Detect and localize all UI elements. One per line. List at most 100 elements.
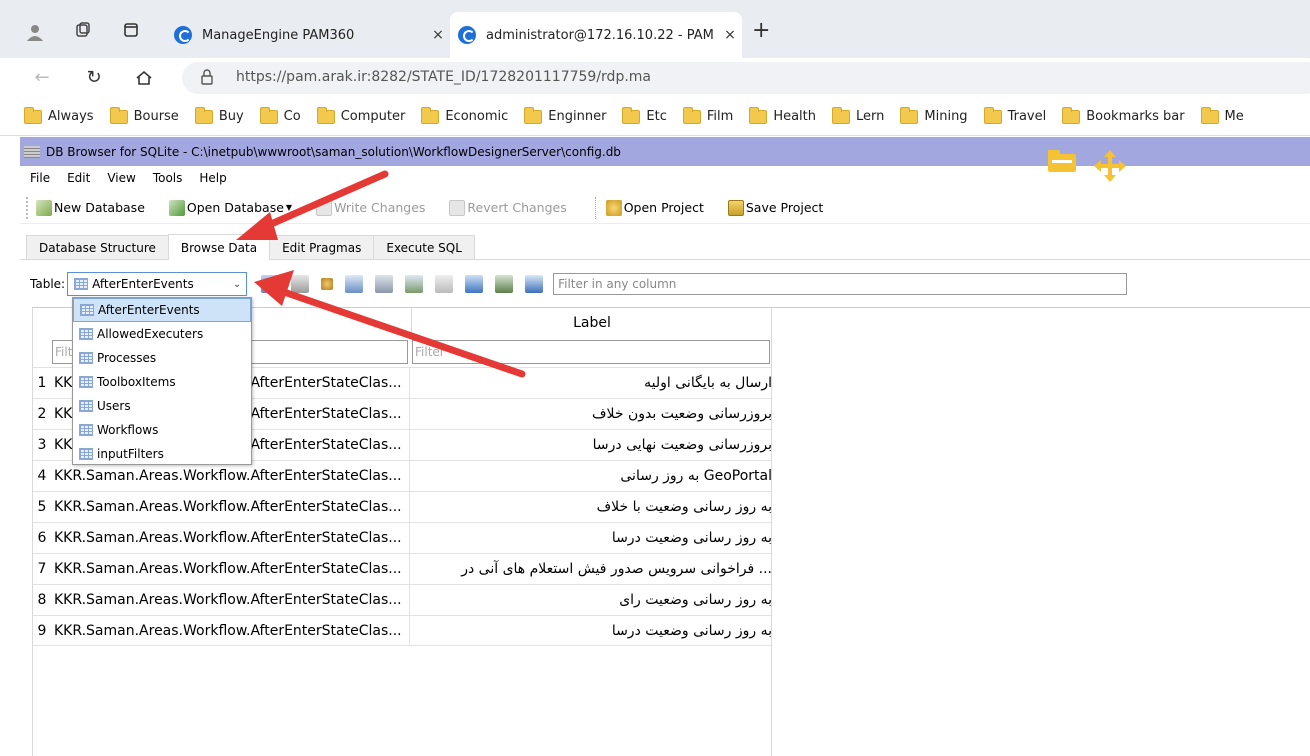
bookmark-folder[interactable]: Buy xyxy=(194,106,244,124)
tab-execute-sql[interactable]: Execute SQL xyxy=(373,235,475,259)
clear-filters-icon[interactable] xyxy=(291,275,310,293)
table-option[interactable]: ToolboxItems xyxy=(73,370,251,394)
table-option[interactable]: AfterEnterEvents xyxy=(73,298,251,322)
set-encoding-icon[interactable] xyxy=(525,275,544,293)
cell-name[interactable]: KKR.Saman.Areas.Workflow.AfterEnterState… xyxy=(54,616,410,646)
cell-label[interactable]: به روز رسانی وضعیت درسا xyxy=(412,523,772,553)
menu-tools[interactable]: Tools xyxy=(153,171,183,185)
write-changes-button[interactable]: Write Changes xyxy=(316,199,426,216)
table-row[interactable]: 7 KKR.Saman.Areas.Workflow.AfterEnterSta… xyxy=(32,553,772,584)
tab-database-structure[interactable]: Database Structure xyxy=(26,235,169,259)
delete-record-icon[interactable] xyxy=(435,275,454,293)
cell-label[interactable]: ارسال به بایگانی اولیه xyxy=(412,368,772,398)
bookmark-folder[interactable]: Always xyxy=(24,106,94,124)
cell-label[interactable]: بروزرسانی وضعیت بدون خلاف xyxy=(412,399,772,429)
bookmark-folder[interactable]: Me xyxy=(1200,106,1244,124)
cell-label[interactable]: ... فراخوانی سرویس صدور فیش استعلام های … xyxy=(412,554,772,584)
cell-name[interactable]: KKR.Saman.Areas.Workflow.AfterEnterState… xyxy=(54,523,410,553)
table-option[interactable]: inputFilters xyxy=(73,442,251,466)
tab-actions-icon[interactable] xyxy=(120,22,142,40)
cell-label[interactable]: GeoPortal به روز رسانی xyxy=(412,461,772,491)
folder-icon xyxy=(1200,106,1219,124)
rdp-folder-icon[interactable] xyxy=(1046,148,1078,174)
table-option[interactable]: Workflows xyxy=(73,418,251,442)
close-tab-icon[interactable]: × xyxy=(426,27,450,43)
lock-icon[interactable] xyxy=(200,69,214,85)
bookmark-folder[interactable]: Bourse xyxy=(109,106,179,124)
column-header-label[interactable]: Label xyxy=(412,307,772,339)
cell-label[interactable]: بروزرسانی وضعیت نهایی درسا xyxy=(412,430,772,460)
bookmark-folder[interactable]: Co xyxy=(259,106,301,124)
table-option[interactable]: Users xyxy=(73,394,251,418)
profile-icon[interactable] xyxy=(24,22,46,41)
bookmark-folder[interactable]: Bookmarks bar xyxy=(1062,106,1185,124)
column-filter-label[interactable]: Filter xyxy=(412,340,770,364)
bookmark-folder[interactable]: Travel xyxy=(983,106,1047,124)
tab-edit-pragmas[interactable]: Edit Pragmas xyxy=(269,235,375,259)
bookmark-folder[interactable]: Lern xyxy=(832,106,884,124)
open-database-dropdown-icon[interactable]: ▼ xyxy=(286,203,292,212)
insert-record-icon[interactable] xyxy=(405,275,424,293)
bookmark-label: Bourse xyxy=(133,109,179,124)
sort-icon[interactable] xyxy=(321,278,334,290)
new-database-button[interactable]: New Database xyxy=(36,199,145,216)
menu-edit[interactable]: Edit xyxy=(67,171,90,185)
workspaces-icon[interactable] xyxy=(72,22,94,40)
open-project-button[interactable]: Open Project xyxy=(605,199,704,216)
save-project-button[interactable]: Save Project xyxy=(727,199,824,216)
back-icon[interactable]: ← xyxy=(28,64,56,92)
cell-name[interactable]: KKR.Saman.Areas.Workflow.AfterEnterState… xyxy=(54,492,410,522)
cell-label[interactable]: به روز رسانی وضعیت رای xyxy=(412,585,772,615)
table-option[interactable]: AllowedExecuters xyxy=(73,322,251,346)
bookmark-folder[interactable]: Economic xyxy=(421,106,508,124)
home-icon[interactable] xyxy=(130,64,158,92)
table-select-value: AfterEnterEvents xyxy=(92,277,194,291)
save-table-icon[interactable] xyxy=(345,275,364,293)
bookmark-folder[interactable]: Film xyxy=(682,106,733,124)
write-changes-label: Write Changes xyxy=(334,200,426,215)
toolbar-grip[interactable] xyxy=(26,196,30,219)
menu-help[interactable]: Help xyxy=(199,171,226,185)
menu-file[interactable]: File xyxy=(30,171,50,185)
bookmark-folder[interactable]: Computer xyxy=(316,106,406,124)
cell-label[interactable]: به روز رسانی وضعیت درسا xyxy=(412,616,772,646)
cell-name[interactable]: KKR.Saman.Areas.Workflow.AfterEnterState… xyxy=(54,554,410,584)
table-row[interactable]: 6 KKR.Saman.Areas.Workflow.AfterEnterSta… xyxy=(32,522,772,553)
bookmark-folder[interactable]: Health xyxy=(749,106,816,124)
new-tab-button[interactable]: + xyxy=(752,18,770,43)
filter-any-column-input[interactable]: Filter in any column xyxy=(553,273,1128,295)
revert-changes-label: Revert Changes xyxy=(467,200,567,215)
open-database-button[interactable]: Open Database ▼ xyxy=(168,199,292,216)
tab-pam360[interactable]: ManageEngine PAM360 × xyxy=(166,12,450,58)
table-row[interactable]: 9 KKR.Saman.Areas.Workflow.AfterEnterSta… xyxy=(32,615,772,646)
table-option[interactable]: Processes xyxy=(73,346,251,370)
cell-name[interactable]: KKR.Saman.Areas.Workflow.AfterEnterState… xyxy=(54,585,410,615)
find-replace-icon[interactable] xyxy=(495,275,514,293)
rdp-move-icon[interactable] xyxy=(1092,148,1128,184)
row-number: 8 xyxy=(37,592,47,608)
bookmark-label: Computer xyxy=(340,109,406,124)
address-bar[interactable]: https://pam.arak.ir:8282/STATE_ID/172820… xyxy=(182,62,1310,94)
chevron-down-icon[interactable]: ⌄ xyxy=(228,279,246,290)
table-select[interactable]: AfterEnterEvents ⌄ xyxy=(67,272,248,296)
bookmark-label: Always xyxy=(48,109,94,124)
print-icon[interactable] xyxy=(375,275,394,293)
bookmark-folder[interactable]: Mining xyxy=(900,106,968,124)
reload-icon[interactable]: ↻ xyxy=(80,64,108,92)
menu-view[interactable]: View xyxy=(107,171,135,185)
tab-browse-data[interactable]: Browse Data xyxy=(167,234,271,260)
bookmark-folder[interactable]: Etc xyxy=(622,106,667,124)
bookmark-folder[interactable]: Enginner xyxy=(524,106,606,124)
revert-changes-button[interactable]: Revert Changes xyxy=(449,199,567,216)
bookmark-label: Travel xyxy=(1007,109,1047,124)
refresh-icon[interactable] xyxy=(261,275,280,293)
row-number: 1 xyxy=(37,375,47,391)
table-option-label: Processes xyxy=(97,351,157,365)
cell-label[interactable]: به روز رسانی وضعیت با خلاف xyxy=(412,492,772,522)
close-tab-icon[interactable]: × xyxy=(718,27,742,43)
save-project-label: Save Project xyxy=(745,200,824,215)
table-row[interactable]: 5 KKR.Saman.Areas.Workflow.AfterEnterSta… xyxy=(32,491,772,522)
table-row[interactable]: 8 KKR.Saman.Areas.Workflow.AfterEnterSta… xyxy=(32,584,772,615)
tab-rdp-session[interactable]: administrator@172.16.10.22 - PAM × xyxy=(450,12,742,58)
find-icon[interactable] xyxy=(465,275,484,293)
